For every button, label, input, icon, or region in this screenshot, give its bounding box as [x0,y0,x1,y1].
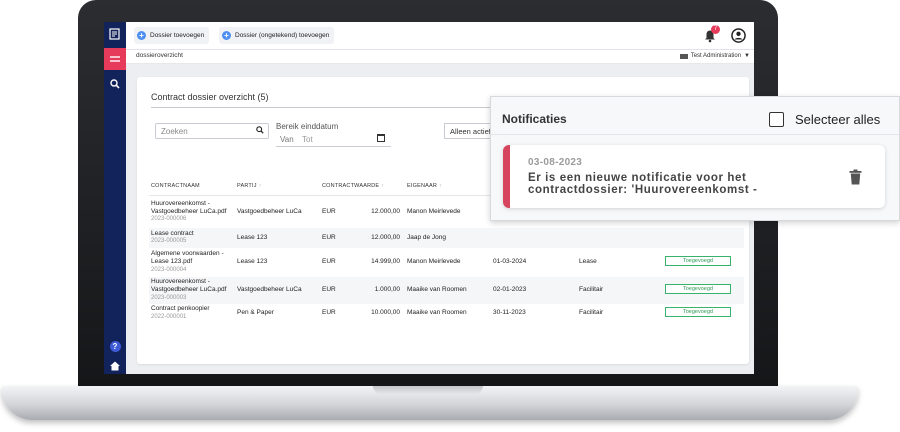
date-range-input[interactable]: Van Tot [276,132,391,147]
table-row[interactable]: Algemene voorwaarden - Lease 123.pdf 202… [149,248,744,277]
laptop-notch [373,386,483,394]
notification-date: 03-08-2023 [528,157,583,168]
notification-unread-stripe [503,145,510,208]
table-row[interactable]: Contract penkoopier 2022-000001 Pen & Pa… [149,304,744,326]
range-to: Tot [302,135,313,144]
plus-icon: + [137,31,146,40]
breadcrumb: dossieroverzicht [136,52,183,59]
status-badge: Toegevoegd [665,284,731,294]
menu-icon[interactable] [104,48,126,70]
trash-icon[interactable] [849,169,862,185]
column-header-owner[interactable]: EIGENAAR ↑ [407,183,442,189]
notification-panel: Notificaties Selecteer alles 03-08-2023 … [490,96,900,221]
administration-name: Test Administration [690,53,742,59]
range-from: Van [280,135,294,144]
notification-item[interactable]: 03-08-2023 Er is een nieuwe notificatie … [503,145,885,208]
notification-message: Er is een nieuwe notificatie voor het co… [528,172,758,196]
search-input[interactable]: Zoeken [155,123,269,139]
status-badge: Toegevoegd [665,307,731,317]
laptop-mockup: ? + Dossier toevoegen + Dossier (ongetek… [0,0,900,432]
sub-header: dossieroverzicht Test Administration ▼ [126,50,754,64]
select-all-checkbox[interactable] [769,112,784,127]
administration-selector[interactable]: Test Administration ▼ [679,53,750,59]
add-unsigned-dossier-label: Dossier (ongetekend) toevoegen [235,32,330,39]
column-header-name[interactable]: CONTRACTNAAM [151,183,200,189]
column-header-value[interactable]: CONTRACTWAARDE ↑ [322,183,384,189]
table-row[interactable]: Lease contract 2023-000005 Lease 123 EUR… [149,228,744,248]
table-row[interactable]: Huurovereenkomst - Vastgoedbeheer LuCa.p… [149,277,744,304]
app-logo-icon[interactable] [104,24,126,44]
calendar-icon[interactable] [377,134,385,142]
help-icon[interactable]: ? [104,336,126,356]
add-dossier-button[interactable]: + Dossier toevoegen [134,27,210,44]
add-unsigned-dossier-button[interactable]: + Dossier (ongetekend) toevoegen [219,27,335,44]
add-dossier-label: Dossier toevoegen [150,32,205,39]
notification-count-badge: 7 [711,25,720,34]
sort-arrow-icon: ↑ [439,183,442,189]
sort-arrow-icon: ↑ [258,183,262,189]
building-icon [679,53,688,59]
caret-down-icon: ▼ [744,53,750,59]
column-header-party[interactable]: PARTIJ ↑ [237,183,262,189]
notification-panel-header: Notificaties Selecteer alles [491,97,899,135]
select-all-label[interactable]: Selecteer alles [795,112,880,127]
sort-arrow-icon: ↑ [381,183,385,189]
search-icon [256,126,264,134]
notification-panel-title: Notificaties [502,112,567,126]
plus-icon: + [222,31,231,40]
status-badge: Toegevoegd [665,256,731,266]
top-bar: + Dossier toevoegen + Dossier (ongeteken… [126,22,754,50]
home-icon[interactable] [104,356,126,374]
date-range-label: Bereik einddatum [276,122,339,131]
search-placeholder: Zoeken [161,127,188,136]
user-avatar-icon[interactable] [731,28,746,43]
sidebar: ? [104,22,126,374]
search-icon[interactable] [104,74,126,94]
page-title: Contract dossier overzicht (5) [151,92,269,102]
